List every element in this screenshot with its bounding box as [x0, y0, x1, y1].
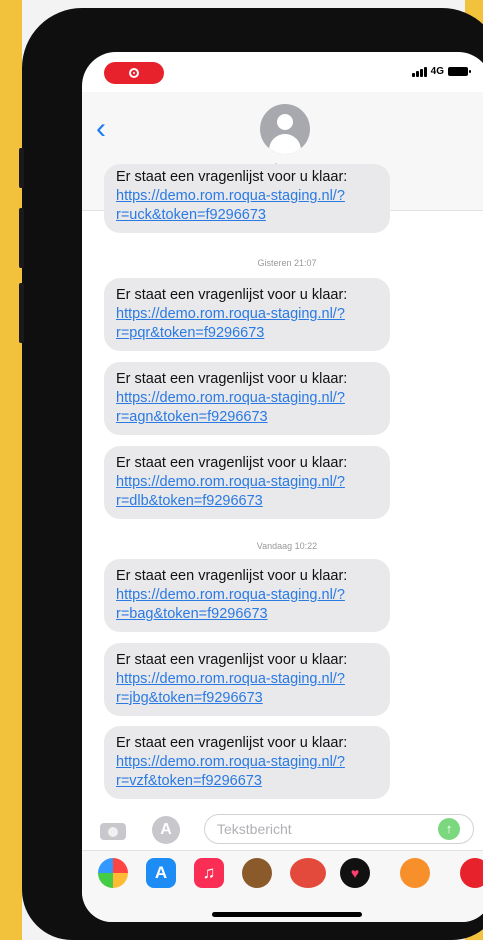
timestamp: Vandaag 10:22: [256, 541, 318, 551]
message-text: Er staat een vragenlijst voor u klaar:: [116, 371, 348, 387]
record-icon: [129, 68, 139, 78]
digital-touch-icon[interactable]: ♥: [340, 858, 370, 888]
background-left-band: [0, 0, 22, 940]
search-app-icon[interactable]: [460, 858, 483, 888]
message-input-placeholder: Tekstbericht: [217, 821, 292, 837]
message-input[interactable]: Tekstbericht: [204, 814, 474, 844]
messages-screen: 4G ‹ demo > Er staat een vragenlijst voo…: [82, 52, 483, 922]
chevron-left-icon[interactable]: ‹: [96, 114, 106, 144]
home-indicator[interactable]: [212, 912, 362, 917]
memoji-icon[interactable]: [242, 858, 272, 888]
silent-switch: [19, 148, 24, 188]
message-bubble[interactable]: Er staat een vragenlijst voor u klaar: h…: [104, 726, 390, 799]
send-arrow-icon[interactable]: ↑: [438, 818, 460, 840]
volume-up-button: [19, 208, 24, 268]
message-text: Er staat een vragenlijst voor u klaar:: [116, 735, 348, 751]
signal-icon: [411, 66, 427, 77]
message-text: Er staat een vragenlijst voor u klaar:: [116, 169, 348, 185]
message-bubble[interactable]: Er staat een vragenlijst voor u klaar: h…: [104, 278, 390, 351]
music-icon[interactable]: ♫: [194, 858, 224, 888]
message-text: Er staat een vragenlijst voor u klaar:: [116, 287, 348, 303]
phone-frame: 4G ‹ demo > Er staat een vragenlijst voo…: [19, 8, 483, 940]
app-store-icon[interactable]: A: [152, 816, 180, 844]
message-text: Er staat een vragenlijst voor u klaar:: [116, 568, 348, 584]
message-link[interactable]: https://demo.rom.roqua-staging.nl/? r=vzf…: [116, 753, 380, 791]
message-link[interactable]: https://demo.rom.roqua-staging.nl/? r=dlb…: [116, 473, 380, 511]
message-bubble[interactable]: Er staat een vragenlijst voor u klaar: h…: [104, 446, 390, 519]
message-text: Er staat een vragenlijst voor u klaar:: [116, 652, 348, 668]
avatar[interactable]: [260, 104, 310, 154]
screen-recording-indicator[interactable]: [104, 62, 164, 84]
network-type: 4G: [430, 66, 444, 77]
message-link[interactable]: https://demo.rom.roqua-staging.nl/? r=pqr…: [116, 305, 380, 343]
message-link[interactable]: https://demo.rom.roqua-staging.nl/? r=agn…: [116, 389, 380, 427]
status-bar-right: 4G: [411, 66, 471, 77]
memoji-stickers-icon[interactable]: [290, 858, 326, 888]
message-bubble[interactable]: Er staat een vragenlijst voor u klaar: h…: [104, 643, 390, 716]
message-bubble[interactable]: Er staat een vragenlijst voor u klaar: h…: [104, 362, 390, 435]
volume-down-button: [19, 283, 24, 343]
message-link[interactable]: https://demo.rom.roqua-staging.nl/? r=uck…: [116, 187, 380, 225]
message-text: Er staat een vragenlijst voor u klaar:: [116, 455, 348, 471]
app-store-icon[interactable]: A: [146, 858, 176, 888]
battery-icon: [448, 67, 471, 76]
message-link[interactable]: https://demo.rom.roqua-staging.nl/? r=bag…: [116, 586, 380, 624]
message-bubble[interactable]: Er staat een vragenlijst voor u klaar: h…: [104, 559, 390, 632]
orange-app-icon[interactable]: [400, 858, 430, 888]
camera-icon[interactable]: [100, 820, 128, 840]
photos-icon[interactable]: [98, 858, 128, 888]
message-link[interactable]: https://demo.rom.roqua-staging.nl/? r=jbg…: [116, 670, 380, 708]
message-bubble[interactable]: Er staat een vragenlijst voor u klaar: h…: [104, 164, 390, 233]
timestamp: Gisteren 21:07: [257, 258, 317, 268]
